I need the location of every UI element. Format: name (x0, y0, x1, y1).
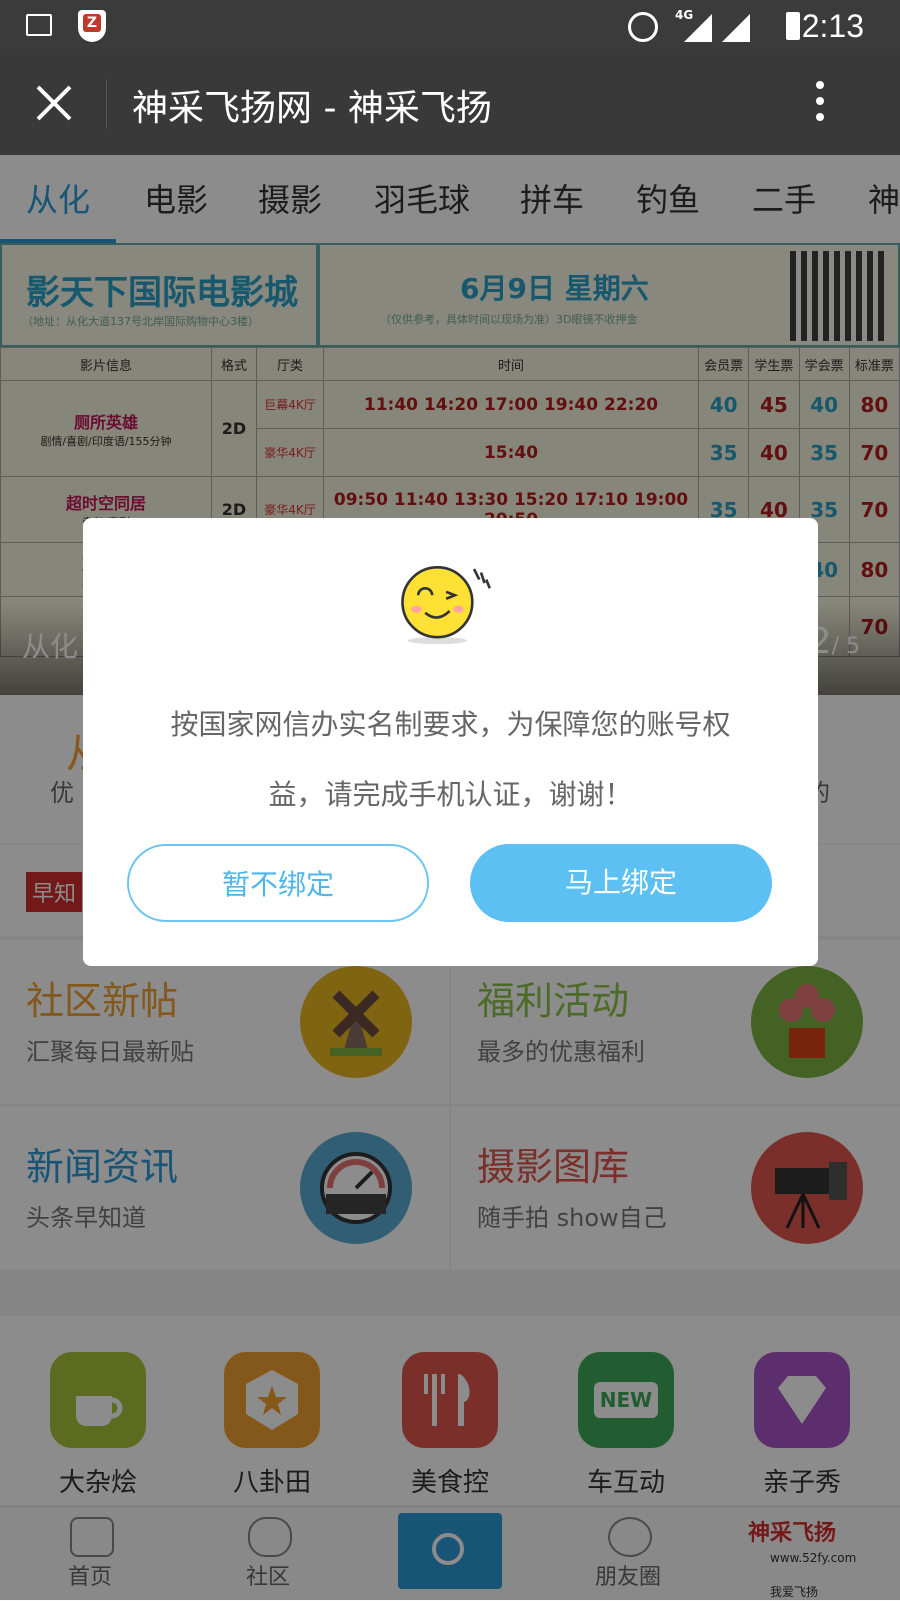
title-bar: 神采飞扬网 - 神采飞扬 (0, 55, 900, 155)
close-icon[interactable] (34, 83, 74, 123)
signal-icon (684, 14, 712, 42)
page-title: 神采飞扬网 - 神采飞扬 (132, 88, 492, 129)
alarm-icon (628, 12, 658, 42)
status-bar: Z 4G 2:13 (0, 0, 900, 55)
security-shield-icon: Z (78, 10, 106, 42)
image-notification-icon (26, 14, 52, 36)
phone-verification-dialog: 按国家网信办实名制要求，为保障您的账号权 益，请完成手机认证，谢谢！ 暂不绑定 … (83, 518, 818, 966)
skip-binding-button[interactable]: 暂不绑定 (127, 844, 429, 922)
more-menu-icon[interactable] (816, 81, 826, 131)
winking-face-icon (401, 566, 491, 645)
battery-icon (786, 12, 800, 40)
signal-icon-2 (722, 14, 750, 42)
clock: 2:13 (801, 8, 864, 44)
dialog-message: 按国家网信办实名制要求，为保障您的账号权 益，请完成手机认证，谢谢！ (170, 708, 731, 811)
divider (106, 79, 107, 129)
bind-now-button[interactable]: 马上绑定 (470, 844, 772, 922)
